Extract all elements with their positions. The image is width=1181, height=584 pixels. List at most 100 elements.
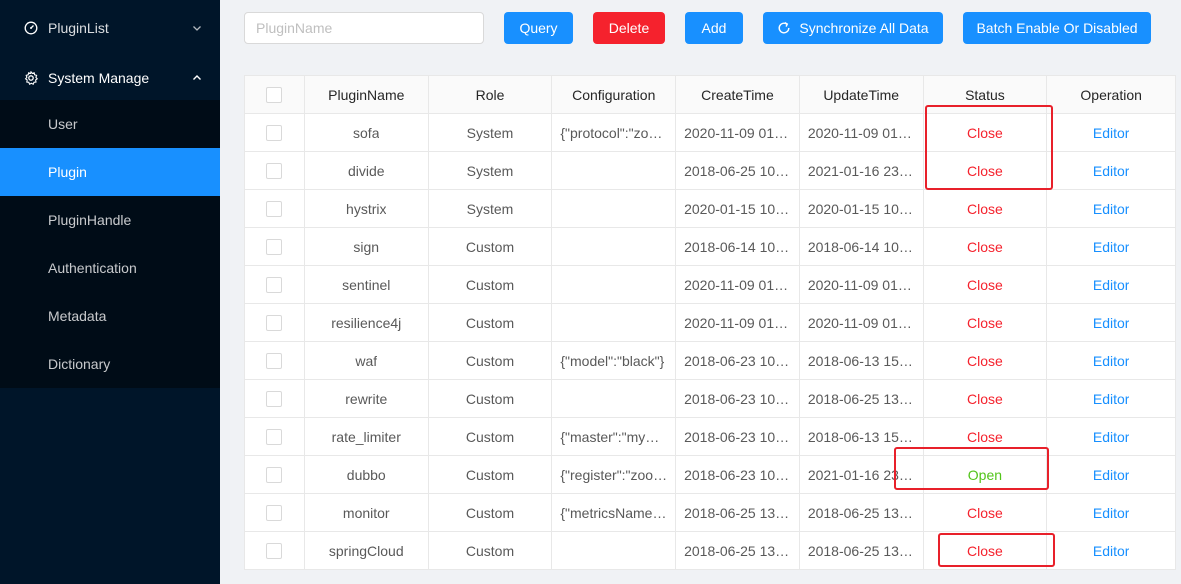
editor-link[interactable]: Editor xyxy=(1093,201,1130,217)
editor-link[interactable]: Editor xyxy=(1093,239,1130,255)
status-cell: Close xyxy=(924,304,1048,341)
sidebar-item-user[interactable]: User xyxy=(0,100,220,148)
status-toggle[interactable]: Close xyxy=(967,543,1003,559)
create-time: 2018-06-14 10:… xyxy=(684,238,791,255)
header-role: Role xyxy=(429,76,553,113)
status-toggle[interactable]: Close xyxy=(967,201,1003,217)
operation-cell: Editor xyxy=(1047,304,1175,341)
configuration-cell: {"model":"black"} xyxy=(552,342,677,379)
update-time-cell: 2018-06-13 15:… xyxy=(800,342,924,379)
query-button[interactable]: Query xyxy=(504,12,573,44)
create-time: 2018-06-25 10:… xyxy=(684,162,791,179)
operation-cell: Editor xyxy=(1047,532,1175,569)
header-plugin-name[interactable]: PluginName xyxy=(305,76,429,113)
editor-link[interactable]: Editor xyxy=(1093,315,1130,331)
delete-button[interactable]: Delete xyxy=(593,12,665,44)
status-toggle[interactable]: Open xyxy=(968,467,1002,483)
plugin-name: rewrite xyxy=(345,390,388,407)
role: System xyxy=(466,162,514,179)
row-checkbox[interactable] xyxy=(266,314,283,331)
plugin-name-cell: hystrix xyxy=(305,190,429,227)
editor-link[interactable]: Editor xyxy=(1093,543,1130,559)
editor-link[interactable]: Editor xyxy=(1093,429,1130,445)
editor-link[interactable]: Editor xyxy=(1093,125,1130,141)
role-cell: System xyxy=(429,152,553,189)
plugin-name-cell: rate_limiter xyxy=(305,418,429,455)
role-cell: System xyxy=(429,190,553,227)
status-cell: Close xyxy=(924,152,1048,189)
row-checkbox[interactable] xyxy=(266,390,283,407)
select-all-checkbox[interactable] xyxy=(266,86,283,103)
configuration-cell xyxy=(552,152,677,189)
status-toggle[interactable]: Close xyxy=(967,315,1003,331)
table-header-row: PluginName Role Configuration CreateTime… xyxy=(245,76,1175,114)
row-checkbox[interactable] xyxy=(266,238,283,255)
role-cell: Custom xyxy=(429,342,553,379)
create-time: 2020-11-09 01:… xyxy=(684,314,791,331)
operation-cell: Editor xyxy=(1047,114,1175,151)
configuration-cell xyxy=(552,228,677,265)
status-toggle[interactable]: Close xyxy=(967,277,1003,293)
operation-cell: Editor xyxy=(1047,190,1175,227)
table-row: dubbo Custom {"register":"zoo… 2018-06-23 1… xyxy=(245,456,1175,494)
row-checkbox[interactable] xyxy=(266,200,283,217)
role: System xyxy=(466,124,514,141)
editor-link[interactable]: Editor xyxy=(1093,277,1130,293)
editor-link[interactable]: Editor xyxy=(1093,505,1130,521)
menu-plugin-list-label: PluginList xyxy=(48,20,109,36)
role-cell: Custom xyxy=(429,380,553,417)
role: Custom xyxy=(465,238,515,255)
plugin-name-search-input[interactable] xyxy=(244,12,484,44)
status-cell: Close xyxy=(924,418,1048,455)
role-cell: System xyxy=(429,114,553,151)
sidebar-item-label: Plugin xyxy=(48,164,87,180)
create-time-cell: 2020-11-09 01:… xyxy=(676,304,800,341)
configuration-cell xyxy=(552,532,677,569)
update-time: 2021-01-16 23:… xyxy=(807,162,915,179)
synchronize-all-data-button[interactable]: Synchronize All Data xyxy=(763,12,943,44)
row-checkbox[interactable] xyxy=(266,504,283,521)
sidebar-item-metadata[interactable]: Metadata xyxy=(0,292,220,340)
status-toggle[interactable]: Close xyxy=(967,391,1003,407)
status-toggle[interactable]: Close xyxy=(967,239,1003,255)
status-toggle[interactable]: Close xyxy=(967,353,1003,369)
menu-system-manage[interactable]: System Manage xyxy=(0,56,220,100)
create-time-cell: 2018-06-25 10:… xyxy=(676,152,800,189)
row-checkbox[interactable] xyxy=(266,276,283,293)
row-checkbox[interactable] xyxy=(266,542,283,559)
create-time: 2018-06-23 10:… xyxy=(684,352,791,369)
row-checkbox[interactable] xyxy=(266,124,283,141)
create-time: 2020-11-09 01:… xyxy=(684,124,791,141)
status-toggle[interactable]: Close xyxy=(967,125,1003,141)
status-toggle[interactable]: Close xyxy=(967,429,1003,445)
operation-cell: Editor xyxy=(1047,494,1175,531)
status-toggle[interactable]: Close xyxy=(967,163,1003,179)
update-time: 2020-11-09 01:… xyxy=(807,314,915,331)
sidebar-item-plugin[interactable]: Plugin xyxy=(0,148,220,196)
row-checkbox[interactable] xyxy=(266,466,283,483)
row-checkbox[interactable] xyxy=(266,428,283,445)
sidebar-item-authentication[interactable]: Authentication xyxy=(0,244,220,292)
add-button[interactable]: Add xyxy=(685,12,743,44)
editor-link[interactable]: Editor xyxy=(1093,353,1130,369)
sidebar-item-dictionary[interactable]: Dictionary xyxy=(0,340,220,388)
create-time: 2020-01-15 10:… xyxy=(684,200,791,217)
table-row: resilience4j Custom 2020-11-09 01:… 2020-11… xyxy=(245,304,1175,342)
table-body: sofa System {"protocol":"zo… 2020-11-09 01:… xyxy=(245,114,1175,570)
header-configuration: Configuration xyxy=(552,76,677,113)
row-checkbox[interactable] xyxy=(266,352,283,369)
create-time: 2018-06-23 10:… xyxy=(684,466,791,483)
configuration-cell: {"protocol":"zo… xyxy=(552,114,677,151)
row-checkbox[interactable] xyxy=(266,162,283,179)
plugin-name-cell: sentinel xyxy=(305,266,429,303)
sidebar-item-plugin-handle[interactable]: PluginHandle xyxy=(0,196,220,244)
menu-plugin-list[interactable]: PluginList xyxy=(0,0,220,56)
batch-enable-disable-button[interactable]: Batch Enable Or Disabled xyxy=(963,12,1151,44)
sidebar-item-label: Metadata xyxy=(48,308,107,324)
status-toggle[interactable]: Close xyxy=(967,505,1003,521)
editor-link[interactable]: Editor xyxy=(1093,163,1130,179)
editor-link[interactable]: Editor xyxy=(1093,391,1130,407)
role: Custom xyxy=(465,352,515,369)
editor-link[interactable]: Editor xyxy=(1093,467,1130,483)
row-select-cell xyxy=(245,342,305,379)
